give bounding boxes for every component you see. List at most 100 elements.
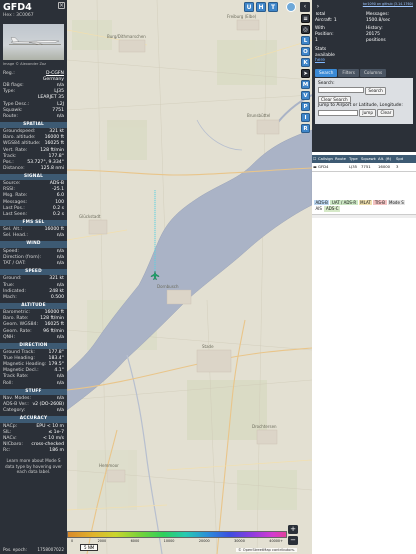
jump-input[interactable] [318, 109, 358, 116]
field-value: 0.500 [50, 294, 64, 300]
altitude-list: Barometric: 16000 ft Baro. Rate: 128 ft/min… [0, 310, 67, 340]
sidebar-top: tar1090 on github (3.14.1760) Total Airc… [312, 0, 416, 152]
aircraft-photo[interactable] [3, 24, 64, 60]
altitude-row: QNH: n/a [0, 335, 67, 341]
stats-here-link[interactable]: here [315, 58, 338, 64]
field-label: Rc: [3, 448, 11, 454]
field-value: n/a [56, 408, 64, 414]
map-view[interactable]: Burg/Dithmarschen Brunsbüttel Glückstadt… [67, 0, 312, 554]
stats-available: Stats available [315, 46, 335, 58]
col-callsign[interactable]: Callsign [318, 156, 335, 162]
collapse-left-chevron-icon[interactable]: ‹ [300, 2, 310, 12]
section-speed: SPEED [0, 269, 67, 276]
callsign: GFD4 [3, 2, 32, 13]
legend-mlat[interactable]: MLAT [358, 199, 373, 206]
button-p[interactable]: P [301, 102, 310, 111]
tab-search[interactable]: Search [315, 69, 338, 77]
col-type[interactable]: Type [349, 156, 361, 162]
fms-row: Sel. Head.: n/a [0, 233, 67, 239]
field-value: n/a [56, 233, 64, 239]
col-squawk[interactable]: Squawk [361, 156, 378, 162]
toggle-h-button[interactable]: H [256, 2, 266, 12]
field-label: Mach: [3, 294, 17, 300]
aircraft-info-panel: GFD4 Hex : 3C0067 × Image © Alexander Zo… [0, 0, 67, 554]
legend-modes[interactable]: Mode S [387, 199, 406, 206]
tab-filters[interactable]: Filters [338, 69, 359, 77]
pointer-icon[interactable]: ➤ [301, 69, 310, 78]
button-m[interactable]: M [301, 80, 310, 89]
layers-icon[interactable]: ≡ [301, 14, 310, 23]
aircraft-table-header: ☐ Callsign Route Type Squawk Alt. (ft) S… [312, 155, 416, 163]
col-spd[interactable]: Spd [396, 156, 404, 162]
target-icon[interactable]: ◎ [301, 25, 310, 34]
map-top-buttons: U H T [244, 2, 278, 12]
hex-id: Hex : 3C0067 [3, 13, 34, 18]
field-value: n/a [56, 334, 64, 340]
button-l[interactable]: L [301, 36, 310, 45]
toggle-t-button[interactable]: T [268, 2, 278, 12]
version-link[interactable]: tar1090 on github (3.14.1760) [315, 2, 413, 8]
section-stuff: STUFF [0, 388, 67, 396]
place-label: Burg/Dithmarschen [107, 34, 146, 39]
search-button[interactable]: Search [365, 86, 386, 95]
legend-adsc[interactable]: ADS-C [324, 206, 341, 213]
section-signal: SIGNAL [0, 173, 67, 181]
clear-jump-button[interactable]: Clear [377, 109, 395, 117]
field-value: n/a [56, 261, 64, 266]
col-route[interactable]: Route [335, 156, 349, 162]
button-v[interactable]: V [301, 91, 310, 100]
alt-tick: 40000+ [269, 539, 283, 543]
col-alt[interactable]: Alt. (ft) [378, 156, 396, 162]
settings-circle-button[interactable] [286, 2, 296, 12]
history-count: History: 20175 positions [365, 26, 386, 43]
legend-adsb[interactable]: ADS-B [314, 199, 330, 206]
search-input[interactable] [318, 87, 364, 94]
zoom-out-button[interactable]: − [288, 536, 298, 545]
field-label: Distance: [3, 165, 25, 171]
place-label: Freiburg (Elbe) [227, 14, 257, 19]
field-label: Category: [3, 408, 26, 414]
place-label: Stade [202, 344, 214, 349]
info-row-route: Route: n/a [3, 113, 64, 119]
fms-list: Sel. Alt.: 16000 ft Sel. Head.: n/a [0, 227, 67, 239]
button-k[interactable]: K [301, 58, 310, 67]
alt-tick: 30000 [234, 539, 245, 543]
info-footer-text: Learn more about Mode S data type by hov… [4, 458, 63, 475]
field-value: 0.2 s [52, 211, 64, 217]
spatial-row: Distance: 125.8 nmi [0, 166, 67, 172]
field-value: 125.8 nmi [40, 165, 64, 171]
sidebar: tar1090 on github (3.14.1760) Total Airc… [312, 0, 416, 554]
jump-button[interactable]: Jump [359, 109, 377, 117]
tar1090-app: Burg/Dithmarschen Brunsbüttel Glückstadt… [0, 0, 416, 554]
map-scale-bar: 5 NM [80, 544, 99, 551]
section-spatial: SPATIAL [0, 121, 67, 129]
legend-ais[interactable]: AIS [314, 206, 324, 213]
alt-tick: 20000 [198, 539, 210, 543]
search-panel: Search: Search Clear Search Jump to Airp… [315, 77, 413, 124]
legend-uat[interactable]: UAT / ADS-R [330, 199, 358, 206]
map-canvas[interactable]: Burg/Dithmarschen Brunsbüttel Glückstadt… [67, 0, 312, 554]
legend-tisb[interactable]: TIS-B [373, 199, 387, 206]
close-icon[interactable]: × [58, 2, 65, 9]
altitude-legend-labels: 0 2000 6000 10000 20000 30000 40000+ [67, 539, 287, 543]
collapse-right-chevron-icon[interactable]: › [313, 2, 323, 12]
direction-list: Ground Track: 177.8° True Heading: 183.4° Ma… [0, 350, 67, 387]
button-i[interactable]: I [301, 113, 310, 122]
button-r[interactable]: R [301, 124, 310, 133]
table-row[interactable]: ▬ GFD4 LJ35 7751 16000 3 [312, 162, 416, 172]
with-position: With Position: 1 [315, 26, 334, 43]
alt-tick: 6000 [130, 539, 140, 543]
photo-credit: Image © Alexander Zoz [3, 62, 47, 66]
field-label: Last Seen: [3, 211, 28, 217]
zoom-in-button[interactable]: + [288, 525, 298, 534]
source-legend: ADS-B UAT / ADS-R MLAT TIS-B Mode S AIS … [312, 197, 416, 215]
signal-list: Source: ADS-B RSSI: -25.1 Msg. Rate: 6.0 Messa… [0, 181, 67, 218]
place-label: Glückstadt [79, 214, 101, 219]
button-o[interactable]: O [301, 47, 310, 56]
tab-columns[interactable]: Columns [359, 69, 387, 77]
horizontal-scrollbar[interactable] [312, 214, 416, 219]
toggle-u-button[interactable]: U [244, 2, 254, 12]
altitude-color-legend [67, 531, 287, 538]
place-label: Hemmoor [99, 463, 119, 468]
section-fms: FMS SEL [0, 219, 67, 227]
